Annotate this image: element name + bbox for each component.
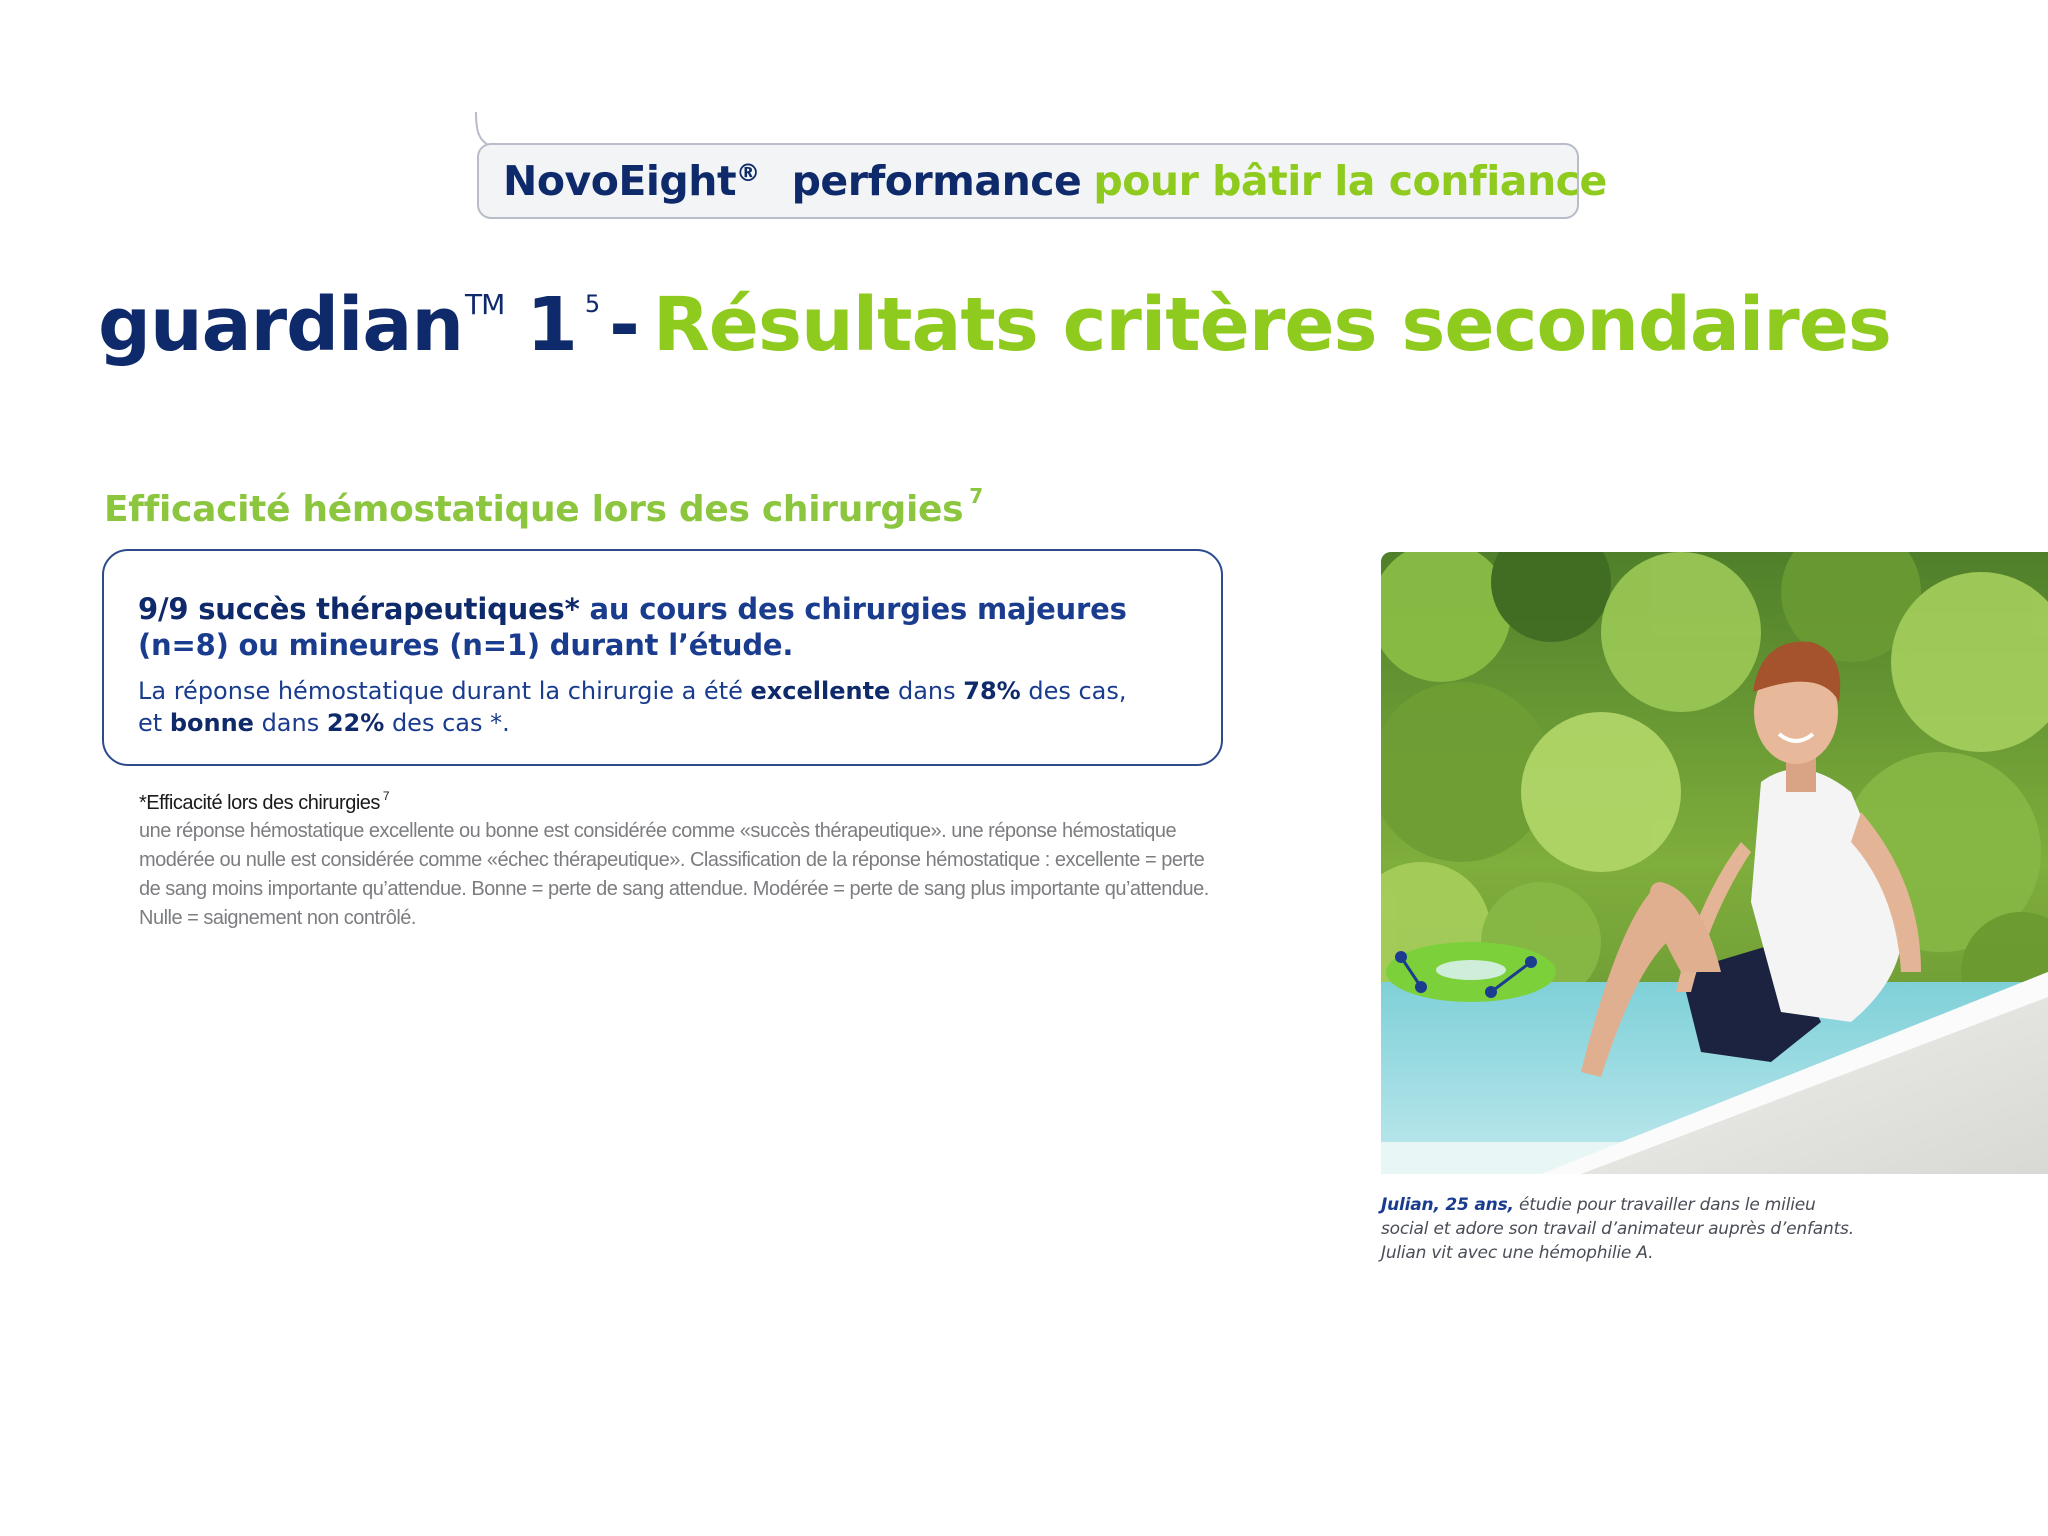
result-excellent: excellente — [750, 677, 891, 705]
registered-mark: ® — [736, 159, 760, 187]
section-heading: Efficacité hémostatique lors des chirurg… — [104, 484, 983, 530]
result-main-strong: 9/9 succès thérapeutiques* — [138, 592, 580, 626]
tagline-dark: performance — [791, 157, 1082, 205]
title-number: 1 — [526, 282, 577, 368]
result-main-text: 9/9 succès thérapeutiques* au cours des … — [138, 591, 1208, 663]
brand-name: NovoEight® — [503, 157, 760, 205]
section-heading-reference: 7 — [969, 484, 983, 508]
pool-float — [1386, 942, 1556, 1002]
result-22-percent: 22% — [326, 709, 385, 737]
page-title: guardianTM 1 5- Résultats critères secondai… — [98, 288, 1892, 362]
tagline-green: pour bâtir la confiance — [1093, 157, 1607, 205]
footnote-body: une réponse hémostatique excellente ou b… — [139, 820, 1209, 929]
photo-caption: Julian, 25 ans, étudie pour travailler d… — [1381, 1195, 1854, 1263]
result-box: 9/9 succès thérapeutiques* au cours des … — [102, 549, 1223, 766]
title-trademark: TM — [465, 288, 505, 321]
footnote-title-reference: 7 — [382, 789, 390, 803]
result-78-percent: 78% — [963, 677, 1021, 705]
footnote-title: *Efficacité lors des chirurgies 7 — [139, 789, 390, 814]
caption-name: Julian, 25 ans, — [1381, 1195, 1514, 1215]
header-tab: NovoEight® performance pour bâtir la con… — [477, 143, 1607, 219]
result-good: bonne — [169, 709, 254, 737]
result-sub-text: La réponse hémostatique durant la chirur… — [138, 677, 1127, 737]
title-dash: - — [609, 282, 640, 368]
title-reference: 5 — [584, 290, 600, 318]
title-brand: guardian — [98, 282, 464, 368]
title-text: Résultats critères secondaires — [652, 282, 1892, 368]
portrait-photo — [1381, 552, 2048, 1174]
photo-illustration — [1381, 552, 2048, 1174]
